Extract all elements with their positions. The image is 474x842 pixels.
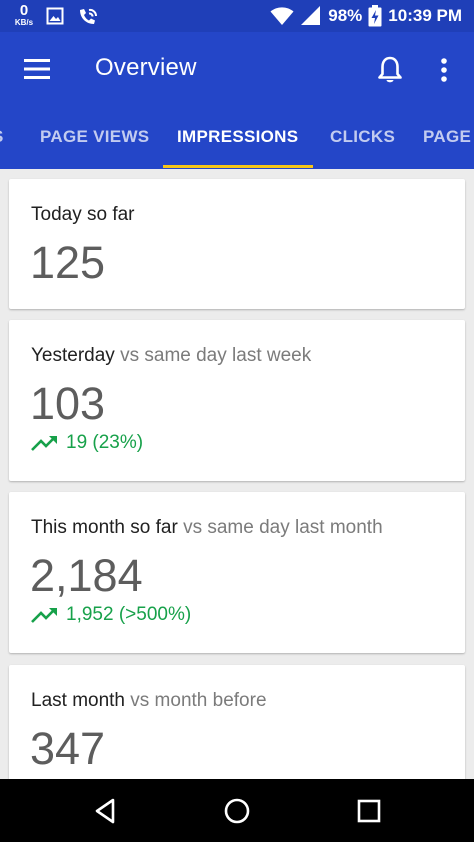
card-title: Yesterday [31,345,115,366]
network-speed-indicator: 0 KB/s [12,3,36,27]
card-title: This month so far [31,517,178,538]
card-header: Yesterday vs same day last week [31,345,311,367]
back-icon[interactable] [91,796,121,826]
tab-indicator [163,165,313,168]
card-last-month[interactable]: Last month vs month before 347 [9,665,465,779]
more-options-icon[interactable] [434,56,454,86]
phone-wifi-icon [80,8,98,24]
card-value: 347 [30,723,106,774]
recent-apps-icon[interactable] [354,796,384,826]
card-comparison: vs same day last week [120,345,312,366]
trend-value: 19 (23%) [66,432,144,453]
home-icon[interactable] [222,796,252,826]
card-title: Today so far [31,204,135,225]
card-comparison: vs same day last month [183,517,383,538]
card-header: Today so far [31,204,135,226]
tab-clicks[interactable]: CLICKS [330,108,395,169]
system-nav-bar [0,779,474,842]
card-header: This month so far vs same day last month [31,517,383,539]
card-today[interactable]: Today so far 125 [9,179,465,309]
network-speed-unit: KB/s [14,18,34,27]
trend-row: 1,952 (>500%) [31,604,191,626]
card-yesterday[interactable]: Yesterday vs same day last week 103 19 (… [9,320,465,481]
tab-page-partial[interactable]: PAGE [423,108,471,169]
card-value: 2,184 [30,550,143,601]
tab-impressions[interactable]: IMPRESSIONS [177,108,298,169]
status-bar: 0 KB/s 98% 10:39 PM [0,0,474,32]
card-this-month[interactable]: This month so far vs same day last month… [9,492,465,653]
page-title: Overview [95,54,197,81]
overview-content[interactable]: Today so far 125 Yesterday vs same day l… [0,169,474,779]
battery-charging-icon [368,5,382,27]
clock: 10:39 PM [388,6,462,25]
trending-up-icon [31,436,57,451]
card-value: 125 [30,237,106,288]
trend-row: 19 (23%) [31,432,143,454]
menu-icon[interactable] [22,57,52,81]
network-speed-value: 0 [19,2,29,19]
trending-up-icon [31,608,57,623]
image-icon [46,7,64,25]
card-comparison: vs month before [130,690,267,711]
card-header: Last month vs month before [31,690,267,712]
trend-value: 1,952 (>500%) [66,604,192,625]
app-bar: Overview [0,32,474,108]
card-value: 103 [30,378,106,429]
card-title: Last month [31,690,125,711]
status-bar-right: 98% 10:39 PM [270,0,462,32]
battery-percent: 98% [328,6,363,25]
tab-partial-left[interactable]: S [0,108,4,169]
notifications-bell-icon[interactable] [376,55,404,85]
tab-bar: S PAGE VIEWS IMPRESSIONS CLICKS PAGE [0,108,474,169]
wifi-icon [270,7,294,25]
tab-page-views[interactable]: PAGE VIEWS [40,108,149,169]
cell-signal-icon [301,6,321,25]
